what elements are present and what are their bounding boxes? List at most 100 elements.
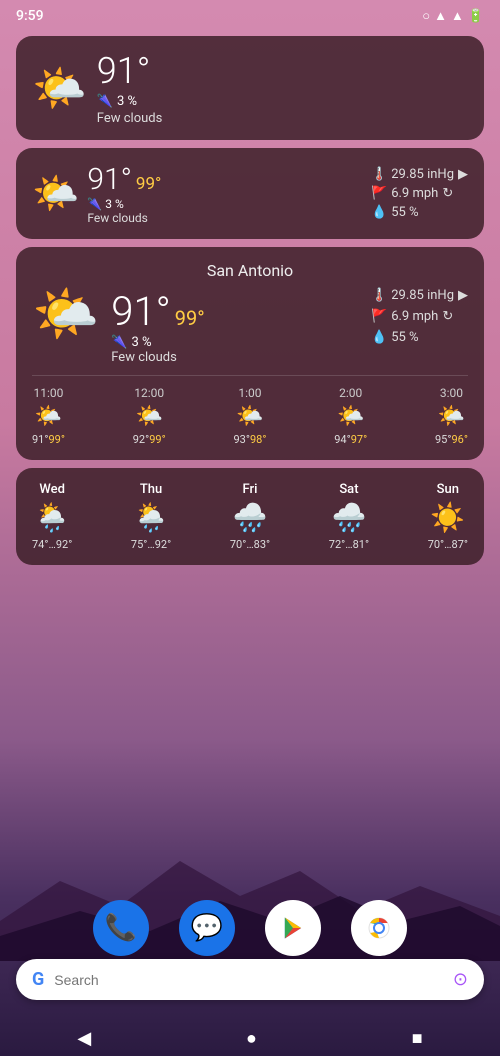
wifi-icon: ▲	[434, 8, 447, 24]
widget2-rain: 🌂 3 %	[87, 197, 161, 211]
widget2-wind: 6.9 mph	[391, 186, 438, 201]
umbrella-icon-3: 🌂	[111, 335, 127, 350]
hourly-weather-icon: 🌤️	[236, 404, 263, 429]
umbrella-icon: 🌂	[97, 94, 113, 109]
weather-icon-sun-cloud-3: 🌤️	[32, 288, 99, 342]
weekly-temps: 74°…92°	[32, 538, 72, 551]
weather-icon-sun-cloud-2: 🌤️	[32, 172, 79, 216]
widget2-temp: 91°	[87, 162, 132, 197]
widget3-high: 99°	[175, 306, 205, 330]
arrow-right-icon-3: ▶	[458, 288, 468, 303]
weather-widget-weekly[interactable]: Wed 🌦️ 74°…92° Thu 🌦️ 75°…92° Fri 🌧️ 70°…	[16, 468, 484, 565]
search-bar[interactable]: G ⊙	[16, 959, 484, 1000]
weekly-temps: 72°…81°	[329, 538, 369, 551]
hourly-time: 12:00	[134, 386, 164, 400]
clock: 9:59	[16, 8, 44, 24]
widget1-condition: Few clouds	[97, 111, 163, 126]
widget2-right: 🌡️ 29.85 inHg ▶ 🚩 6.9 mph ↻ 💧 55 %	[371, 167, 468, 220]
weekly-day: Wed	[39, 482, 65, 497]
refresh-icon: ↻	[442, 186, 453, 201]
hourly-weather-icon: 🌤️	[337, 404, 364, 429]
widget2-humidity: 55 %	[391, 205, 418, 220]
chrome-app-icon[interactable]	[351, 900, 407, 956]
widget2-pressure-row: 🌡️ 29.85 inHg ▶	[371, 167, 468, 182]
widget2-condition: Few clouds	[87, 211, 161, 225]
weather-widget-large[interactable]: San Antonio 🌤️ 91° 99° 🌂 3 % Few clouds …	[16, 247, 484, 460]
drop-icon: 💧	[371, 205, 387, 220]
weekly-temps: 70°…87°	[428, 538, 468, 551]
widget3-pressure: 29.85 inHg	[391, 288, 454, 303]
back-button[interactable]: ◀	[57, 1024, 111, 1053]
weather-icon-sun-cloud: 🌤️	[32, 62, 87, 114]
hourly-time: 2:00	[339, 386, 362, 400]
wind-flag-icon: 🚩	[371, 186, 387, 201]
city-name: San Antonio	[32, 261, 468, 280]
home-button[interactable]: ●	[226, 1024, 277, 1053]
weekly-day: Fri	[243, 482, 258, 497]
weekly-item: Fri 🌧️ 70°…83°	[230, 482, 270, 551]
weekly-weather-icon: 🌧️	[331, 501, 366, 534]
widget2-wind-row: 🚩 6.9 mph ↻	[371, 186, 468, 201]
widget3-humidity: 55 %	[391, 330, 418, 345]
battery-icon: 🔋	[468, 9, 484, 24]
refresh-icon-3: ↻	[442, 309, 453, 324]
hourly-weather-icon: 🌤️	[438, 404, 465, 429]
hourly-temps: 91°99°	[32, 433, 65, 446]
arrow-right-icon: ▶	[458, 167, 468, 182]
widget3-condition: Few clouds	[111, 350, 204, 365]
search-input[interactable]	[54, 972, 443, 988]
signal-icon: ▲	[451, 8, 464, 24]
widget3-temp: 91°	[111, 288, 171, 335]
hourly-item: 3:00 🌤️ 95°96°	[435, 386, 468, 446]
widget2-humidity-row: 💧 55 %	[371, 205, 468, 220]
umbrella-icon-2: 🌂	[87, 197, 102, 211]
status-bar: 9:59 ○ ▲ ▲ 🔋	[0, 0, 500, 28]
play-store-app-icon[interactable]	[265, 900, 321, 956]
hourly-temps: 93°98°	[234, 433, 267, 446]
widget3-rain: 🌂 3 %	[111, 335, 204, 350]
hourly-temps: 95°96°	[435, 433, 468, 446]
weather-widget-small[interactable]: 🌤️ 91° 🌂 3 % Few clouds	[16, 36, 484, 140]
hourly-temps: 94°97°	[334, 433, 367, 446]
recents-button[interactable]: ■	[392, 1024, 443, 1053]
widget2-high: 99°	[136, 174, 161, 194]
hourly-forecast: 11:00 🌤️ 91°99° 12:00 🌤️ 92°99° 1:00 🌤️ …	[32, 375, 468, 446]
widget1-temp: 91°	[97, 50, 163, 92]
wind-flag-icon-3: 🚩	[371, 309, 387, 324]
weekly-temps: 75°…92°	[131, 538, 171, 551]
app-dock: 📞 💬	[0, 900, 500, 956]
weekly-day: Sun	[437, 482, 459, 497]
weekly-day: Thu	[140, 482, 162, 497]
weekly-item: Wed 🌦️ 74°…92°	[32, 482, 72, 551]
messages-app-icon[interactable]: 💬	[179, 900, 235, 956]
hourly-item: 2:00 🌤️ 94°97°	[334, 386, 367, 446]
widget3-center: 91° 99° 🌂 3 % Few clouds	[111, 288, 204, 365]
hourly-item: 1:00 🌤️ 93°98°	[234, 386, 267, 446]
barometer-icon: 🌡️	[371, 167, 387, 182]
hourly-weather-icon: 🌤️	[136, 404, 163, 429]
hourly-item: 12:00 🌤️ 92°99°	[133, 386, 166, 446]
weekly-forecast: Wed 🌦️ 74°…92° Thu 🌦️ 75°…92° Fri 🌧️ 70°…	[32, 482, 468, 551]
weekly-item: Sun ☀️ 70°…87°	[428, 482, 468, 551]
widget3-wind: 6.9 mph	[391, 309, 438, 324]
widget2-pressure: 29.85 inHg	[391, 167, 454, 182]
widget1-rain: 🌂 3 %	[97, 94, 163, 109]
barometer-icon-3: 🌡️	[371, 288, 387, 303]
weekly-day: Sat	[339, 482, 358, 497]
google-lens-icon[interactable]: ⊙	[453, 969, 468, 990]
phone-app-icon[interactable]: 📞	[93, 900, 149, 956]
weekly-temps: 70°…83°	[230, 538, 270, 551]
hourly-weather-icon: 🌤️	[35, 404, 62, 429]
hourly-time: 1:00	[238, 386, 261, 400]
widget3-humidity-row: 💧 55 %	[371, 330, 468, 345]
weekly-weather-icon: ☀️	[430, 501, 465, 534]
weather-widget-medium[interactable]: 🌤️ 91° 99° 🌂 3 % Few clouds 🌡️ 29.85 inH…	[16, 148, 484, 239]
nav-bar: ◀ ● ■	[0, 1020, 500, 1056]
hourly-time: 11:00	[34, 386, 64, 400]
circle-icon: ○	[422, 8, 430, 24]
weekly-item: Thu 🌦️ 75°…92°	[131, 482, 171, 551]
widget2-left: 🌤️ 91° 99° 🌂 3 % Few clouds	[32, 162, 361, 225]
hourly-item: 11:00 🌤️ 91°99°	[32, 386, 65, 446]
widget2-temps: 91° 99° 🌂 3 % Few clouds	[87, 162, 161, 225]
status-icons: ○ ▲ ▲ 🔋	[422, 8, 484, 24]
